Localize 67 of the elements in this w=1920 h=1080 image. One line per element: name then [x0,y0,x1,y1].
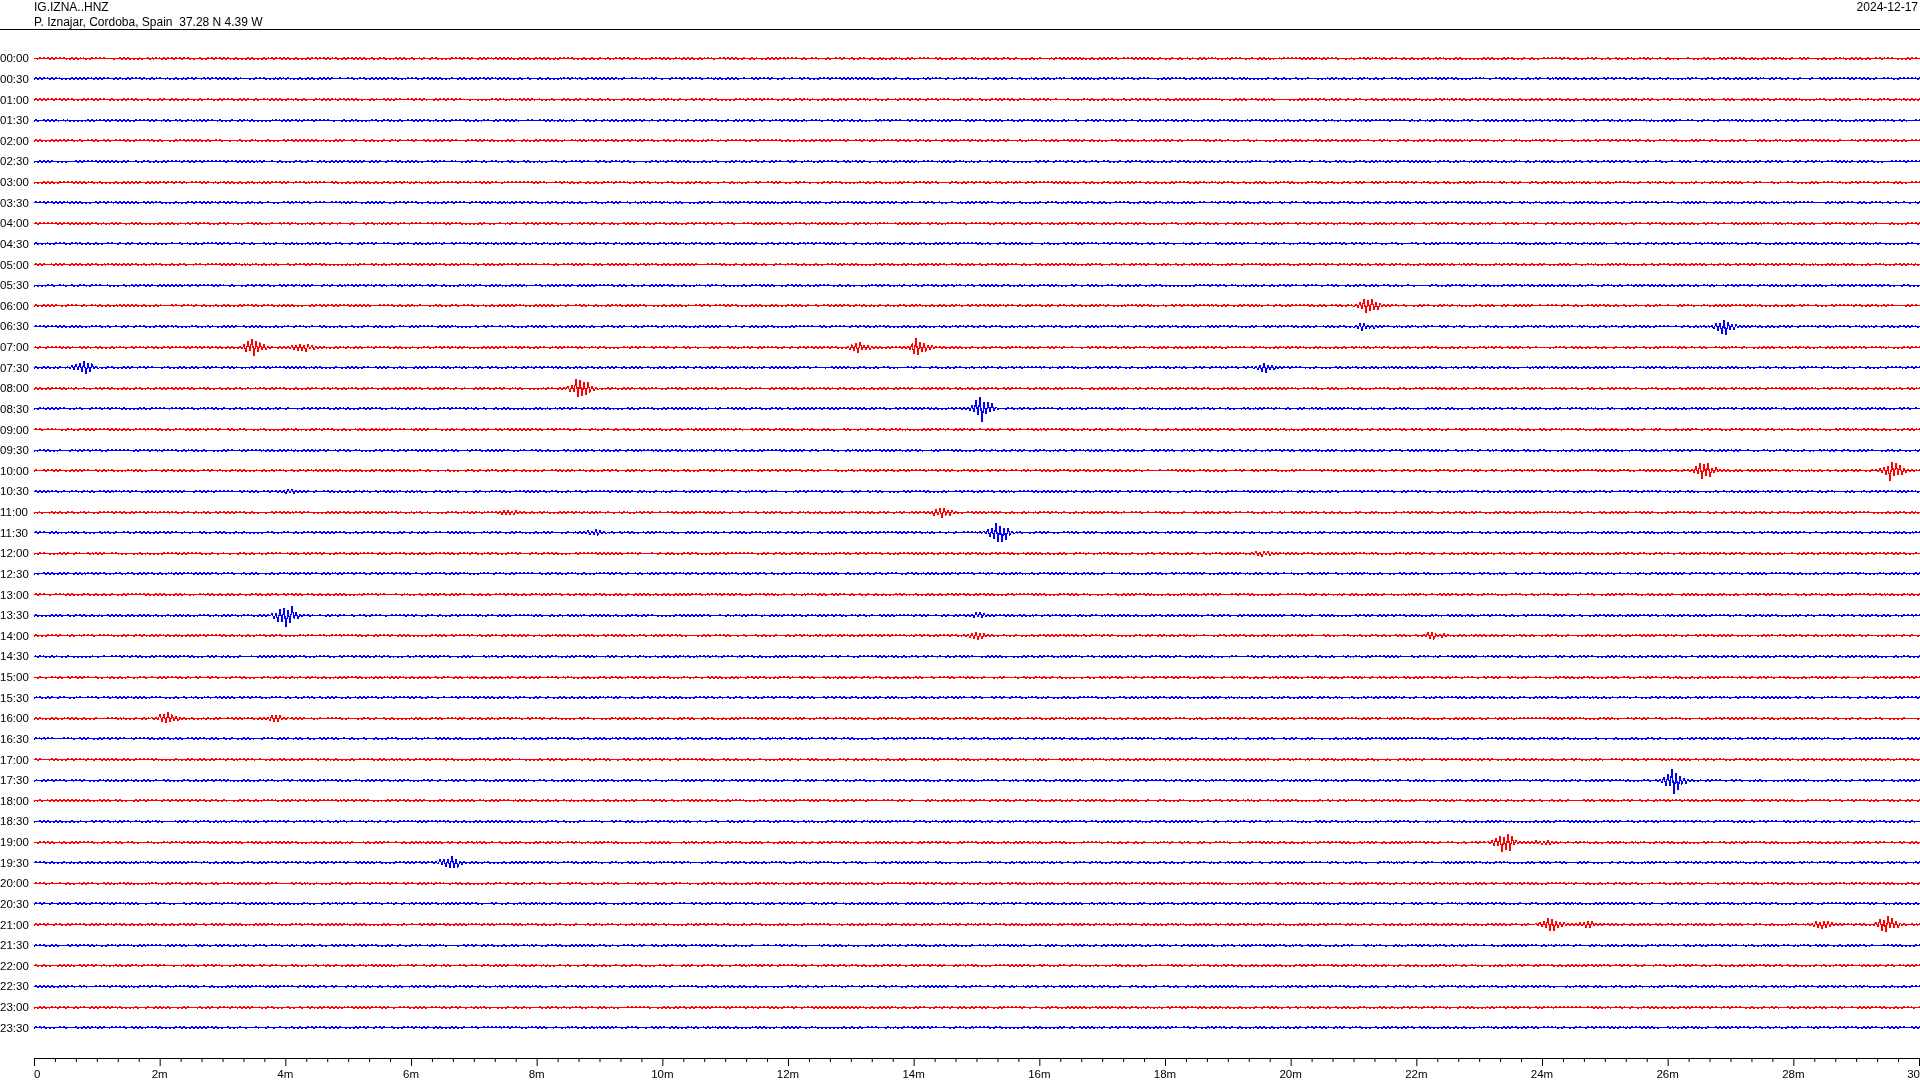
time-label: 14:30 [0,649,30,664]
time-label: 15:00 [0,670,30,685]
time-label: 03:00 [0,175,30,190]
time-label: 17:00 [0,752,30,767]
time-label: 13:00 [0,587,30,602]
plot-date: 2024-12-17 [1856,0,1918,16]
station-location: P. Iznajar, Cordoba, Spain 37.28 N 4.39 W [34,15,263,30]
time-label: 02:00 [0,133,30,148]
time-label: 05:30 [0,278,30,293]
time-label: 16:30 [0,731,30,746]
time-label: 23:30 [0,1020,30,1035]
time-label: 23:00 [0,1000,30,1015]
tick-label: 4m [277,1067,294,1080]
tick-label: 30 [1907,1067,1920,1080]
tick-label: 16m [1028,1067,1051,1080]
time-label: 12:30 [0,566,30,581]
time-label: 15:30 [0,690,30,705]
time-label: 07:30 [0,360,30,375]
time-label: 18:00 [0,793,30,808]
time-label: 17:30 [0,773,30,788]
time-label: 14:00 [0,628,30,643]
tick-label: 0 [34,1067,41,1080]
tick-label: 12m [776,1067,800,1080]
time-label: 11:00 [0,505,29,520]
tick-label: 10m [651,1067,674,1080]
time-label: 21:00 [0,917,30,932]
tick-label: 28m [1782,1067,1805,1080]
time-label: 03:30 [0,195,30,210]
tick-label: 22m [1405,1067,1428,1080]
time-label: 04:00 [0,216,30,231]
time-label: 13:30 [0,608,30,623]
tick-label: 24m [1530,1067,1554,1080]
time-label: 19:30 [0,855,30,870]
time-label: 10:30 [0,484,30,499]
tick-label: 8m [528,1067,545,1080]
time-label: 16:00 [0,711,30,726]
time-label: 10:00 [0,463,30,478]
time-label: 06:30 [0,319,30,334]
tick-label: 18m [1153,1067,1177,1080]
time-label: 08:00 [0,381,30,396]
time-label: 06:00 [0,298,30,313]
time-label: 01:30 [0,113,30,128]
time-label: 04:30 [0,236,30,251]
time-label: 00:00 [0,51,30,66]
time-label: 01:00 [0,92,30,107]
time-label: 20:30 [0,896,30,911]
tick-label: 14m [902,1067,925,1080]
time-label: 21:30 [0,938,30,953]
time-label: 09:30 [0,443,30,458]
time-label: 02:30 [0,154,30,169]
time-label: 08:30 [0,401,30,416]
time-label: 00:30 [0,71,30,86]
tick-label: 26m [1656,1067,1679,1080]
time-label: 12:00 [0,546,30,561]
time-label: 18:30 [0,814,30,829]
tick-label: 20m [1279,1067,1302,1080]
tick-label: 2m [151,1067,168,1080]
tick-label: 6m [403,1067,419,1080]
station-code: IG.IZNA..HNZ [34,0,110,15]
time-label: 11:30 [0,525,29,540]
time-label: 19:00 [0,835,30,850]
time-label: 07:00 [0,340,30,355]
time-label: 20:00 [0,876,30,891]
time-label: 22:30 [0,979,30,994]
time-label: 22:00 [0,958,30,973]
time-label: 09:00 [0,422,30,437]
time-label: 05:00 [0,257,30,272]
